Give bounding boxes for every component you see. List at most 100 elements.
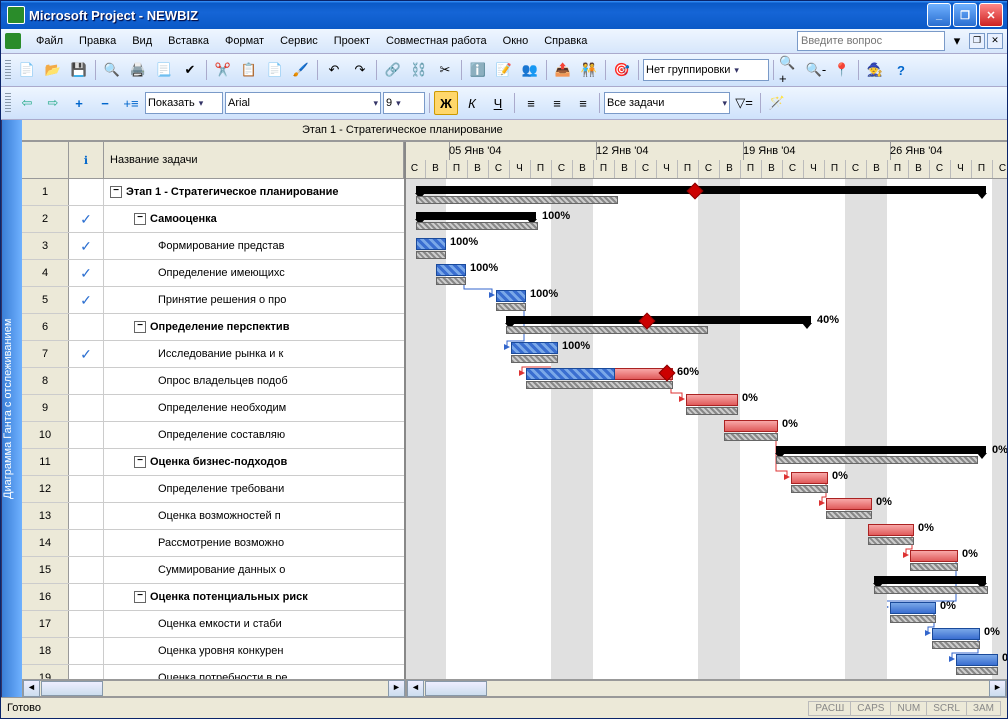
table-row[interactable]: 3✓Формирование представ [22,233,404,260]
table-row[interactable]: 10Определение составляю [22,422,404,449]
menu-Правка[interactable]: Правка [72,32,123,50]
help-dropdown[interactable]: ▾ [949,32,965,50]
week-header[interactable]: 26 Янв '04 [887,142,1007,160]
format-painter-button[interactable]: 🖌️ [289,58,313,82]
assign-button[interactable]: 👥 [518,58,542,82]
table-row[interactable]: 5✓Принятие решения о про [22,287,404,314]
table-row[interactable]: 15Суммирование данных о [22,557,404,584]
week-header[interactable]: ек '03 [406,142,450,160]
table-row[interactable]: 9Определение необходим [22,395,404,422]
row-number[interactable]: 12 [22,476,69,502]
outline-toggle[interactable]: − [134,591,146,603]
day-header[interactable]: В [425,160,447,178]
info-button[interactable]: ℹ️ [466,58,490,82]
summary-bar[interactable] [506,316,811,324]
row-number[interactable]: 8 [22,368,69,394]
menu-Совместная работа[interactable]: Совместная работа [379,32,494,50]
indent-arrow[interactable]: ⇨ [41,91,65,115]
close-button[interactable]: ✕ [979,3,1003,27]
search-button[interactable]: 🔍 [100,58,124,82]
task-name-cell[interactable]: Опрос владельцев подоб [104,368,404,394]
day-header[interactable]: В [908,160,930,178]
task-bar[interactable] [932,628,980,640]
outline-toggle[interactable]: − [134,213,146,225]
copy-button[interactable]: 📋 [237,58,261,82]
toolbar-grip[interactable] [5,93,11,113]
task-bar[interactable] [956,654,998,666]
menu-Файл[interactable]: Файл [29,32,70,50]
table-row[interactable]: 16−Оценка потенциальных риск [22,584,404,611]
day-header[interactable]: Ч [509,160,531,178]
summary-bar[interactable] [874,576,986,584]
cut-button[interactable]: ✂️ [211,58,235,82]
task-bar[interactable] [791,472,828,484]
align-center-button[interactable]: ≡ [545,91,569,115]
day-header[interactable]: Ч [803,160,825,178]
open-button[interactable]: 📂 [41,58,65,82]
notes-button[interactable]: 📝 [492,58,516,82]
collab-button[interactable]: 🧑‍🤝‍🧑 [577,58,601,82]
help-button[interactable]: ? [889,58,913,82]
task-name-cell[interactable]: −Самооценка [104,206,404,232]
row-number[interactable]: 5 [22,287,69,313]
task-name-cell[interactable]: −Этап 1 - Стратегическое планирование [104,179,404,205]
day-header[interactable]: С [992,160,1007,178]
row-number[interactable]: 4 [22,260,69,286]
horizontal-scrollbars[interactable]: ◄ ► ◄ ► [22,679,1007,697]
task-name-cell[interactable]: Исследование рынка и к [104,341,404,367]
summary-bar[interactable] [416,212,536,220]
gantt-chart[interactable]: ек '0305 Янв '0412 Янв '0419 Янв '0426 Я… [406,142,1007,679]
row-number[interactable]: 7 [22,341,69,367]
task-name-cell[interactable]: Оценка уровня конкурен [104,638,404,664]
autofilter-button[interactable]: ▽= [732,91,756,115]
week-header[interactable]: 19 Янв '04 [740,142,891,160]
day-header[interactable]: П [824,160,846,178]
col-rownum[interactable] [22,142,69,178]
menu-Вид[interactable]: Вид [125,32,159,50]
wizard-button[interactable]: 🧙 [863,58,887,82]
new-button[interactable]: 📄 [15,58,39,82]
print-button[interactable]: 🖨️ [126,58,150,82]
scroll-left-button[interactable]: ◄ [23,680,40,697]
col-taskname[interactable]: Название задачи [104,142,404,178]
task-name-cell[interactable]: Оценка потребности в ре [104,665,404,679]
day-header[interactable]: П [740,160,762,178]
bold-button[interactable]: Ж [434,91,458,115]
menu-Формат[interactable]: Формат [218,32,271,50]
day-header[interactable]: Ч [950,160,972,178]
day-header[interactable]: В [866,160,888,178]
help-search-input[interactable] [797,31,945,51]
task-name-cell[interactable]: −Определение перспектив [104,314,404,340]
table-row[interactable]: 2✓−Самооценка [22,206,404,233]
row-number[interactable]: 3 [22,233,69,259]
row-number[interactable]: 13 [22,503,69,529]
day-header[interactable]: С [406,160,426,178]
day-header[interactable]: С [551,160,573,178]
doc-restore-button[interactable]: ❐ [969,33,985,49]
font-combo[interactable]: Arial▾ [225,92,381,114]
menu-Сервис[interactable]: Сервис [273,32,325,50]
task-bar[interactable] [890,602,936,614]
paste-button[interactable]: 📄 [263,58,287,82]
row-number[interactable]: 2 [22,206,69,232]
row-number[interactable]: 1 [22,179,69,205]
redo-button[interactable]: ↷ [348,58,372,82]
scroll-thumb[interactable] [41,681,103,696]
row-number[interactable]: 17 [22,611,69,637]
day-header[interactable]: С [845,160,867,178]
task-bar[interactable] [511,342,558,354]
task-bar[interactable] [496,290,526,302]
row-number[interactable]: 16 [22,584,69,610]
scroll-right-button[interactable]: ► [388,680,405,697]
col-info[interactable]: ℹ [69,142,104,178]
day-header[interactable]: С [929,160,951,178]
day-header[interactable]: В [614,160,636,178]
task-name-cell[interactable]: Оценка емкости и стаби [104,611,404,637]
goto-task-button[interactable]: 📍 [830,58,854,82]
toolbar-grip[interactable] [5,60,11,80]
table-row[interactable]: 14Рассмотрение возможно [22,530,404,557]
day-header[interactable]: П [446,160,468,178]
day-header[interactable]: П [887,160,909,178]
task-name-cell[interactable]: Принятие решения о про [104,287,404,313]
row-number[interactable]: 10 [22,422,69,448]
